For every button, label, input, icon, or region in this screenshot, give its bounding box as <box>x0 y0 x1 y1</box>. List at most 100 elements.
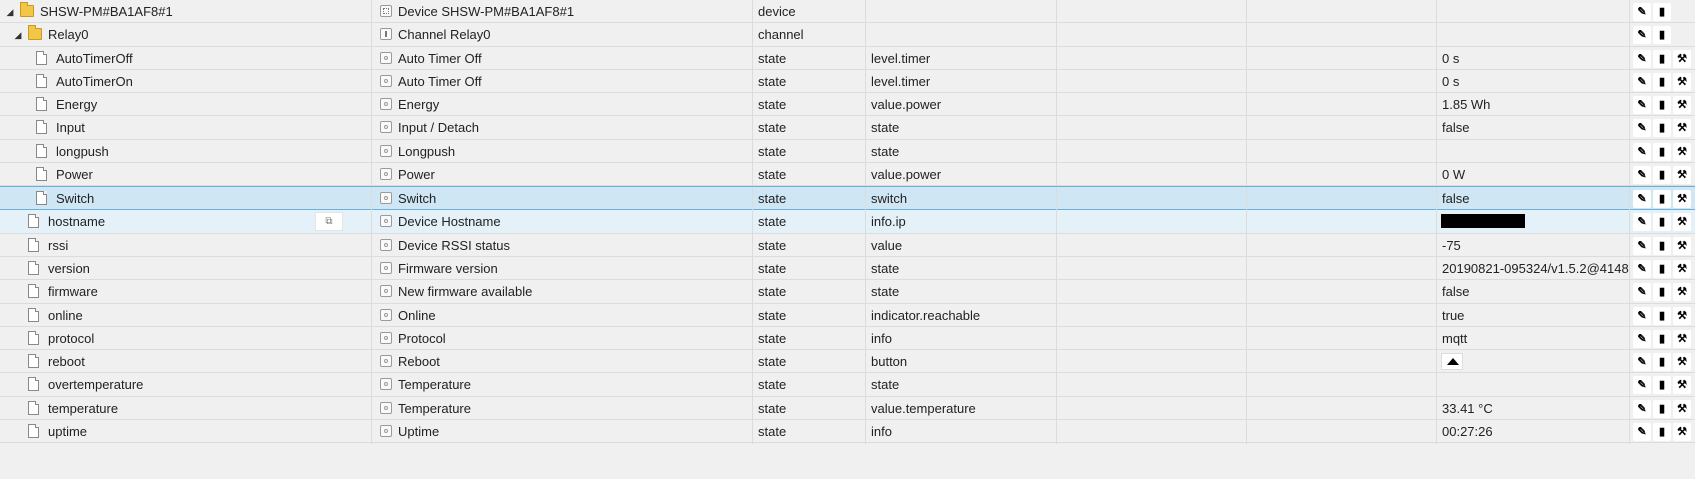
trash-icon[interactable]: ▮ <box>1653 283 1671 302</box>
wrench-icon[interactable]: ⚒ <box>1673 329 1691 348</box>
table-row[interactable]: uptime Uptime state info 00:27:26 ✎ ▮ ⚒ <box>0 420 1695 445</box>
table-row[interactable]: temperature Temperature state value.tempera… <box>0 396 1695 421</box>
value-cell[interactable] <box>1437 373 1630 398</box>
trash-icon[interactable]: ▮ <box>1653 49 1671 68</box>
table-row[interactable]: AutoTimerOn Auto Timer Off state level.time… <box>0 69 1695 94</box>
value-cell[interactable]: 0 s <box>1437 46 1630 71</box>
trash-icon[interactable]: ▮ <box>1653 329 1671 348</box>
trigger-button[interactable] <box>1441 353 1463 371</box>
wrench-icon[interactable]: ⚒ <box>1673 353 1691 372</box>
value-cell[interactable]: false <box>1437 116 1630 141</box>
table-row[interactable]: overtemperature Temperature state state ✎ ▮ ⚒ <box>0 373 1695 398</box>
pencil-icon[interactable]: ✎ <box>1633 142 1651 161</box>
trash-icon[interactable]: ▮ <box>1653 399 1671 418</box>
trash-icon[interactable]: ▮ <box>1653 213 1671 232</box>
wrench-icon[interactable]: ⚒ <box>1673 259 1691 278</box>
pencil-icon[interactable]: ✎ <box>1633 119 1651 138</box>
value-cell[interactable]: 33.41 °C <box>1437 396 1630 421</box>
table-row[interactable]: firmware New firmware available state state… <box>0 280 1695 305</box>
value-cell[interactable] <box>1437 139 1630 164</box>
function-cell <box>1247 396 1437 421</box>
table-row[interactable]: Power Power state value.power 0 W ✎ ▮ ⚒ <box>0 163 1695 188</box>
pencil-icon[interactable]: ✎ <box>1633 376 1651 395</box>
wrench-icon[interactable]: ⚒ <box>1673 72 1691 91</box>
value-cell[interactable]: 00:27:26 <box>1437 420 1630 445</box>
table-row[interactable]: protocol Protocol state info mqtt ✎ ▮ ⚒ <box>0 326 1695 351</box>
trash-icon[interactable]: ▮ <box>1653 306 1671 325</box>
value-cell[interactable]: 0 W <box>1437 163 1630 188</box>
wrench-icon[interactable]: ⚒ <box>1673 399 1691 418</box>
pencil-icon[interactable]: ✎ <box>1633 353 1651 372</box>
value-cell[interactable] <box>1437 23 1630 48</box>
value-cell[interactable] <box>1437 0 1630 24</box>
wrench-icon[interactable]: ⚒ <box>1673 306 1691 325</box>
expand-toggle-icon[interactable]: ◢ <box>5 0 15 24</box>
value-cell[interactable]: -75 <box>1437 233 1630 258</box>
table-row[interactable]: Energy Energy state value.power 1.85 Wh ✎ ▮ ⚒ <box>0 93 1695 118</box>
pencil-icon[interactable]: ✎ <box>1633 259 1651 278</box>
trash-icon[interactable]: ▮ <box>1653 72 1671 91</box>
table-row[interactable]: Switch Switch state switch false ✎ ▮ ⚒ <box>0 186 1695 212</box>
table-row[interactable]: online Online state indicator.reachable true… <box>0 303 1695 328</box>
pencil-icon[interactable]: ✎ <box>1633 49 1651 68</box>
table-row[interactable]: AutoTimerOff Auto Timer Off state level.tim… <box>0 46 1695 71</box>
table-row[interactable]: Input Input / Detach state state false ✎ ▮ ⚒ <box>0 116 1695 141</box>
pencil-icon[interactable]: ✎ <box>1633 26 1651 45</box>
value-cell[interactable]: false <box>1437 187 1630 212</box>
wrench-icon[interactable]: ⚒ <box>1673 190 1691 209</box>
trash-icon[interactable]: ▮ <box>1653 142 1671 161</box>
trash-icon[interactable]: ▮ <box>1653 96 1671 115</box>
pencil-icon[interactable]: ✎ <box>1633 72 1651 91</box>
table-row[interactable]: rssi Device RSSI status state value -75 ✎ ▮ ⚒ <box>0 233 1695 258</box>
value-cell[interactable] <box>1437 350 1630 375</box>
wrench-icon[interactable]: ⚒ <box>1673 423 1691 442</box>
pencil-icon[interactable]: ✎ <box>1633 329 1651 348</box>
trash-icon[interactable]: ▮ <box>1653 119 1671 138</box>
trash-icon[interactable]: ▮ <box>1653 26 1671 45</box>
table-row[interactable]: reboot Reboot state button ✎ ▮ ⚒ <box>0 350 1695 375</box>
trash-icon[interactable]: ▮ <box>1653 3 1671 21</box>
wrench-icon[interactable]: ⚒ <box>1673 283 1691 302</box>
table-row[interactable]: ◢ SHSW-PM#BA1AF8#1 Device SHSW-PM#BA1AF8#1… <box>0 0 1695 24</box>
pencil-icon[interactable]: ✎ <box>1633 423 1651 442</box>
value-cell[interactable]: 20190821-095324/v1.5.2@4148 <box>1437 256 1630 281</box>
trash-icon[interactable]: ▮ <box>1653 190 1671 209</box>
wrench-icon[interactable]: ⚒ <box>1673 166 1691 185</box>
table-row[interactable]: longpush Longpush state state ✎ ▮ ⚒ <box>0 139 1695 164</box>
pencil-icon[interactable]: ✎ <box>1633 236 1651 255</box>
expand-toggle-icon[interactable]: ◢ <box>13 23 23 47</box>
value-cell[interactable]: 0 s <box>1437 69 1630 94</box>
pencil-icon[interactable]: ✎ <box>1633 190 1651 209</box>
value-cell[interactable]: true <box>1437 303 1630 328</box>
table-row[interactable]: version Firmware version state state 2019082… <box>0 256 1695 281</box>
value-cell[interactable]: mqtt <box>1437 326 1630 351</box>
wrench-icon[interactable]: ⚒ <box>1673 142 1691 161</box>
pencil-icon[interactable]: ✎ <box>1633 213 1651 232</box>
wrench-icon[interactable]: ⚒ <box>1673 96 1691 115</box>
pencil-icon[interactable]: ✎ <box>1633 96 1651 115</box>
table-row[interactable]: hostname ⧉ Device Hostname state info.ip ✎ ▮ ⚒ <box>0 210 1695 235</box>
wrench-icon[interactable]: ⚒ <box>1673 213 1691 232</box>
value-cell[interactable] <box>1437 210 1630 235</box>
file-icon <box>36 167 47 182</box>
trash-icon[interactable]: ▮ <box>1653 423 1671 442</box>
pencil-icon[interactable]: ✎ <box>1633 399 1651 418</box>
object-type: state <box>758 214 787 230</box>
pencil-icon[interactable]: ✎ <box>1633 306 1651 325</box>
pencil-icon[interactable]: ✎ <box>1633 3 1651 21</box>
wrench-icon[interactable]: ⚒ <box>1673 119 1691 138</box>
value-cell[interactable]: 1.85 Wh <box>1437 93 1630 118</box>
pencil-icon[interactable]: ✎ <box>1633 166 1651 185</box>
trash-icon[interactable]: ▮ <box>1653 166 1671 185</box>
wrench-icon[interactable]: ⚒ <box>1673 236 1691 255</box>
wrench-icon[interactable]: ⚒ <box>1673 376 1691 395</box>
copy-icon[interactable]: ⧉ <box>315 212 343 232</box>
wrench-icon[interactable]: ⚒ <box>1673 49 1691 68</box>
trash-icon[interactable]: ▮ <box>1653 259 1671 278</box>
pencil-icon[interactable]: ✎ <box>1633 283 1651 302</box>
trash-icon[interactable]: ▮ <box>1653 353 1671 372</box>
trash-icon[interactable]: ▮ <box>1653 376 1671 395</box>
value-cell[interactable]: false <box>1437 280 1630 305</box>
table-row[interactable]: ◢ Relay0 Channel Relay0 channel ✎ ▮ <box>0 23 1695 48</box>
trash-icon[interactable]: ▮ <box>1653 236 1671 255</box>
